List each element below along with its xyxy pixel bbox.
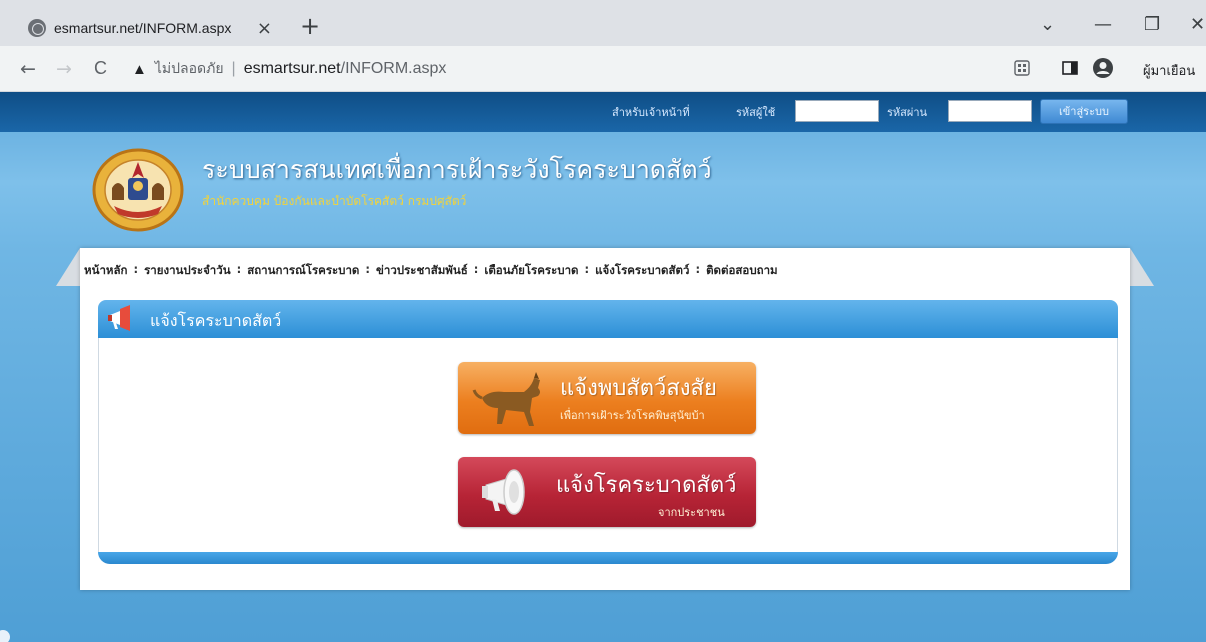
staff-label: สำหรับเจ้าหน้าที่ bbox=[612, 106, 690, 119]
browser-tabbar: esmartsur.net/INFORM.aspx × + ⌄ — ❐ ✕ bbox=[0, 0, 1206, 46]
web-page: สำหรับเจ้าหน้าที่ รหัสผู้ใช้ รหัสผ่าน เข… bbox=[0, 92, 1206, 642]
panel-footer bbox=[98, 552, 1118, 564]
password-input[interactable] bbox=[948, 100, 1032, 122]
site-subtitle: สำนักควบคุม ป้องกันและบำบัดโรคสัตว์ กรมป… bbox=[202, 194, 467, 208]
menu-item-contact[interactable]: ติดต่อสอบถาม bbox=[706, 262, 778, 280]
sidepanel-icon[interactable] bbox=[1062, 60, 1078, 76]
menu-separator: : bbox=[133, 262, 139, 276]
restore-button[interactable]: ❐ bbox=[1144, 14, 1160, 35]
profile-icon[interactable] bbox=[1092, 57, 1114, 79]
megaphone-icon bbox=[482, 469, 525, 515]
tab-search-icon[interactable]: ⌄ bbox=[1040, 14, 1055, 35]
menu-item-home[interactable]: หน้าหลัก bbox=[84, 262, 128, 280]
report-suspect-animal-button[interactable]: แจ้งพบสัตว์สงสัย เพื่อการเฝ้าระวังโรคพิษ… bbox=[458, 362, 756, 434]
menu-item-outbreak-situation[interactable]: สถานการณ์โรคระบาด bbox=[247, 262, 359, 280]
menu-separator: : bbox=[695, 262, 701, 276]
public-report-button-subtitle: จากประชาชน bbox=[658, 506, 725, 519]
report-animal-disease-button[interactable]: แจ้งโรคระบาดสัตว์ จากประชาชน bbox=[458, 457, 756, 527]
address-separator: | bbox=[231, 60, 236, 77]
address-bar[interactable]: ▲ ไม่ปลอดภัย | esmartsur.net/INFORM.aspx bbox=[132, 54, 992, 84]
public-report-button-title: แจ้งโรคระบาดสัตว์ bbox=[556, 473, 737, 498]
page-edge-marker bbox=[0, 630, 10, 642]
dog-icon bbox=[472, 372, 540, 426]
main-menu: หน้าหลัก : รายงานประจำวัน : สถานการณ์โรค… bbox=[84, 262, 778, 280]
megaphone-icon bbox=[108, 305, 130, 331]
username-label: รหัสผู้ใช้ bbox=[736, 106, 776, 119]
globe-icon bbox=[28, 19, 46, 37]
menu-separator: : bbox=[365, 262, 371, 276]
menu-item-daily-report[interactable]: รายงานประจำวัน bbox=[144, 262, 230, 280]
back-button[interactable]: ← bbox=[20, 58, 36, 80]
content-fold-left bbox=[56, 248, 80, 286]
browser-toolbar: ← → C ▲ ไม่ปลอดภัย | esmartsur.net/INFOR… bbox=[0, 46, 1206, 92]
profile-name[interactable]: ผู้มาเยือน bbox=[1143, 60, 1195, 81]
security-label[interactable]: ไม่ปลอดภัย bbox=[155, 58, 224, 80]
menu-item-outbreak-alert[interactable]: เตือนภัยโรคระบาด bbox=[484, 262, 578, 280]
suspect-button-title: แจ้งพบสัตว์สงสัย bbox=[560, 376, 717, 401]
panel-header: แจ้งโรคระบาดสัตว์ bbox=[98, 300, 1118, 338]
department-seal-logo[interactable] bbox=[92, 148, 184, 232]
content-fold-right bbox=[1130, 248, 1154, 286]
new-tab-button[interactable]: + bbox=[300, 14, 320, 38]
url-host: esmartsur.net bbox=[243, 60, 341, 77]
url-path: /INFORM.aspx bbox=[340, 60, 447, 77]
menu-separator: : bbox=[473, 262, 479, 276]
menu-separator: : bbox=[584, 262, 590, 276]
login-button[interactable]: เข้าสู่ระบบ bbox=[1040, 99, 1128, 124]
password-label: รหัสผ่าน bbox=[887, 106, 928, 119]
username-input[interactable] bbox=[795, 100, 879, 122]
forward-button[interactable]: → bbox=[56, 58, 72, 80]
minimize-button[interactable]: — bbox=[1094, 14, 1112, 35]
url-text[interactable]: esmartsur.net/INFORM.aspx bbox=[244, 60, 447, 78]
reload-button[interactable]: C bbox=[94, 58, 107, 79]
login-strip: สำหรับเจ้าหน้าที่ รหัสผู้ใช้ รหัสผ่าน เข… bbox=[0, 92, 1206, 132]
browser-tab[interactable]: esmartsur.net/INFORM.aspx × bbox=[22, 10, 284, 46]
menu-item-report-disease[interactable]: แจ้งโรคระบาดสัตว์ bbox=[595, 262, 689, 280]
suspect-button-subtitle: เพื่อการเฝ้าระวังโรคพิษสุนัขบ้า bbox=[560, 409, 705, 422]
tab-close-icon[interactable]: × bbox=[257, 18, 272, 39]
menu-item-news[interactable]: ข่าวประชาสัมพันธ์ bbox=[376, 262, 468, 280]
site-title: ระบบสารสนเทศเพื่อการเฝ้าระวังโรคระบาดสัต… bbox=[202, 155, 712, 184]
tab-title: esmartsur.net/INFORM.aspx bbox=[54, 20, 232, 36]
qr-icon[interactable] bbox=[1014, 60, 1030, 76]
warning-icon[interactable]: ▲ bbox=[132, 61, 147, 78]
close-window-button[interactable]: ✕ bbox=[1190, 14, 1205, 35]
panel-title: แจ้งโรคระบาดสัตว์ bbox=[150, 311, 282, 330]
menu-separator: : bbox=[236, 262, 242, 276]
